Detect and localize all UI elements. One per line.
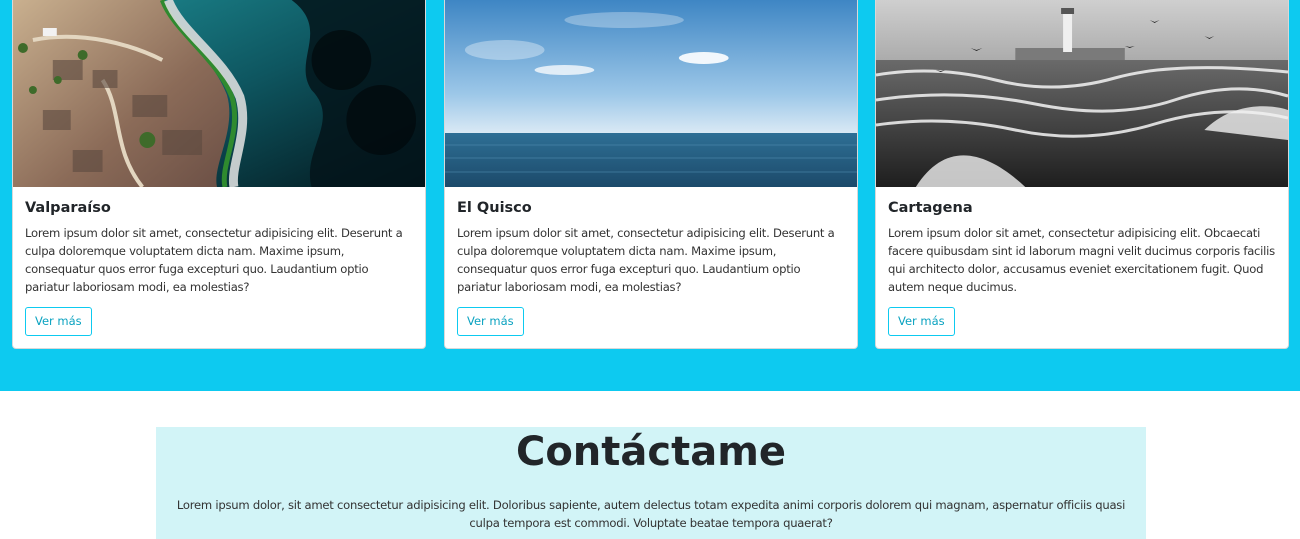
card-title: El Quisco: [457, 200, 532, 216]
card-title: Valparaíso: [25, 200, 111, 216]
destination-card-valparaiso: Valparaíso Lorem ipsum dolor sit amet, c…: [12, 0, 426, 349]
destination-card-cartagena: Cartagena Lorem ipsum dolor sit amet, co…: [875, 0, 1289, 349]
ver-mas-button[interactable]: Ver más: [888, 307, 955, 336]
card-image-aerial-coastline: [13, 0, 425, 187]
card-title: Cartagena: [888, 200, 973, 216]
card-body: Valparaíso Lorem ipsum dolor sit amet, c…: [25, 199, 415, 296]
destinations-section: Valparaíso Lorem ipsum dolor sit amet, c…: [0, 0, 1300, 391]
card-image-lighthouse-waves: [876, 0, 1288, 187]
contact-title: Contáctame: [515, 429, 787, 475]
card-text: Lorem ipsum dolor sit amet, consectetur …: [25, 226, 403, 294]
ver-mas-button[interactable]: Ver más: [457, 307, 524, 336]
contact-text: Lorem ipsum dolor, sit amet consectetur …: [176, 498, 1126, 530]
ver-mas-button[interactable]: Ver más: [25, 307, 92, 336]
card-text: Lorem ipsum dolor sit amet, consectetur …: [888, 226, 1275, 294]
card-body: Cartagena Lorem ipsum dolor sit amet, co…: [888, 199, 1278, 296]
card-body: El Quisco Lorem ipsum dolor sit amet, co…: [457, 199, 847, 296]
card-text: Lorem ipsum dolor sit amet, consectetur …: [457, 226, 835, 294]
destination-card-el-quisco: El Quisco Lorem ipsum dolor sit amet, co…: [444, 0, 858, 349]
contact-section: Contáctame Lorem ipsum dolor, sit amet c…: [156, 427, 1146, 539]
card-image-ocean-horizon: [445, 0, 857, 187]
